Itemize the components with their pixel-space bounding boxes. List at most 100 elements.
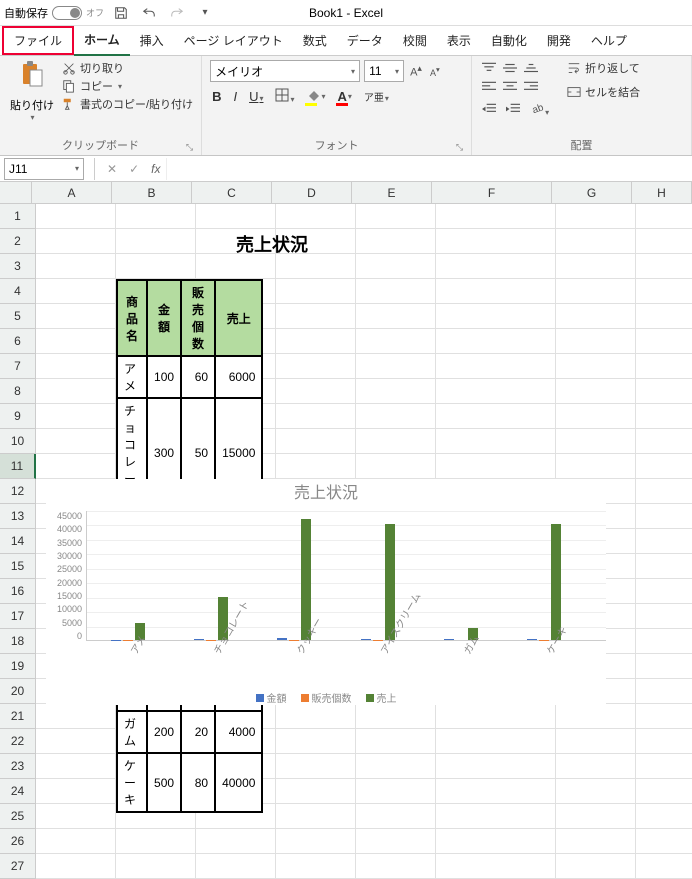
col-header-F[interactable]: F [432,182,552,204]
tab-insert[interactable]: 挿入 [130,26,174,55]
border-button[interactable]: ▾ [273,88,296,105]
undo-icon[interactable] [138,2,160,24]
row-header[interactable]: 27 [0,854,36,879]
decrease-font-icon[interactable]: A▾ [428,65,442,78]
name-box[interactable]: J11▾ [4,158,84,180]
row-header[interactable]: 13 [0,504,36,529]
redo-icon[interactable] [166,2,188,24]
row-header[interactable]: 20 [0,679,36,704]
col-header-B[interactable]: B [112,182,192,204]
row-header[interactable]: 16 [0,579,36,604]
orientation-button[interactable]: ab▾ [528,101,551,118]
row-header[interactable]: 18 [0,629,36,654]
chevron-down-icon: ▾ [30,113,34,122]
tab-review[interactable]: 校閲 [393,26,437,55]
enter-formula-icon[interactable]: ✓ [123,162,145,176]
row-header[interactable]: 21 [0,704,36,729]
italic-button[interactable]: I [231,89,239,104]
tab-automate[interactable]: 自動化 [481,26,537,55]
fill-color-button[interactable]: ▾ [305,90,328,104]
formula-input[interactable] [166,158,692,180]
row-header[interactable]: 25 [0,804,36,829]
row-header[interactable]: 9 [0,404,36,429]
row-header[interactable]: 5 [0,304,36,329]
col-header-A[interactable]: A [32,182,112,204]
row-header[interactable]: 8 [0,379,36,404]
chart-bar [527,639,537,640]
row-header[interactable]: 6 [0,329,36,354]
tab-formulas[interactable]: 数式 [293,26,337,55]
font-size-combo[interactable]: 11▾ [364,60,404,82]
align-bottom-icon[interactable] [522,60,540,76]
row-header[interactable]: 10 [0,429,36,454]
cells-area[interactable]: 売上状況商品名金額販売個数売上アメ100606000チョコレート30050150… [36,204,692,879]
row-header[interactable]: 24 [0,779,36,804]
group-clipboard: 貼り付け ▾ 切り取り コピー▾ 書式のコピー/貼り付け クリップボード [0,56,202,155]
col-header-D[interactable]: D [272,182,352,204]
align-middle-icon[interactable] [501,60,519,76]
select-all-corner[interactable] [0,182,32,204]
font-name-combo[interactable]: メイリオ▾ [210,60,360,82]
col-header-H[interactable]: H [632,182,692,204]
autosave-toggle[interactable]: 自動保存 オフ [4,5,104,21]
table-header: 商品名 [117,280,147,356]
formula-bar: J11▾ ✕ ✓ fx [0,156,692,182]
paste-label: 貼り付け [10,97,54,113]
row-header[interactable]: 15 [0,554,36,579]
align-center-icon[interactable] [501,79,519,95]
align-left-icon[interactable] [480,79,498,95]
row-header[interactable]: 19 [0,654,36,679]
chart-bar [361,639,371,640]
row-header[interactable]: 4 [0,279,36,304]
paste-button[interactable]: 貼り付け ▾ [8,60,56,122]
fx-icon[interactable]: fx [145,162,166,176]
save-icon[interactable] [110,2,132,24]
row-header[interactable]: 2 [0,229,36,254]
col-header-C[interactable]: C [192,182,272,204]
table-header: 販売個数 [181,280,215,356]
row-header[interactable]: 3 [0,254,36,279]
increase-indent-icon[interactable] [504,101,522,117]
qat-dropdown-icon[interactable]: ▾ [194,2,216,24]
increase-font-icon[interactable]: A▴ [408,63,424,79]
chart-plot-area [86,511,606,641]
row-header[interactable]: 1 [0,204,36,229]
row-header[interactable]: 12 [0,479,36,504]
tab-page-layout[interactable]: ページ レイアウト [174,26,293,55]
phonetic-button[interactable]: ア亜▾ [362,89,391,104]
wrap-text-button[interactable]: 折り返して [567,60,640,76]
dialog-launcher-icon[interactable]: ⤡ [186,142,193,153]
decrease-indent-icon[interactable] [480,101,498,117]
dialog-launcher-icon[interactable]: ⤡ [456,142,463,153]
col-header-E[interactable]: E [352,182,432,204]
row-header[interactable]: 7 [0,354,36,379]
tab-developer[interactable]: 開発 [537,26,581,55]
col-header-G[interactable]: G [552,182,632,204]
bold-button[interactable]: B [210,89,223,104]
font-color-button[interactable]: A ▾ [336,89,354,104]
underline-button[interactable]: U▾ [247,89,265,104]
merge-cells-button[interactable]: セルを結合 [567,84,640,100]
tab-file[interactable]: ファイル [2,26,74,55]
chart-bar [444,639,454,640]
tab-data[interactable]: データ [337,26,393,55]
copy-button[interactable]: コピー▾ [62,78,193,94]
sales-chart[interactable]: 売上状況450004000035000300002500020000150001… [46,479,606,705]
autosave-label: 自動保存 [4,5,48,21]
row-header[interactable]: 11 [0,454,36,479]
format-painter-button[interactable]: 書式のコピー/貼り付け [62,96,193,112]
row-header[interactable]: 14 [0,529,36,554]
ribbon-tabs: ファイル ホーム 挿入 ページ レイアウト 数式 データ 校閲 表示 自動化 開… [0,26,692,56]
row-header[interactable]: 22 [0,729,36,754]
row-header[interactable]: 23 [0,754,36,779]
tab-home[interactable]: ホーム [74,25,130,56]
row-header[interactable]: 26 [0,829,36,854]
align-right-icon[interactable] [522,79,540,95]
cancel-formula-icon[interactable]: ✕ [101,162,123,176]
align-top-icon[interactable] [480,60,498,76]
tab-help[interactable]: ヘルプ [581,26,637,55]
cut-button[interactable]: 切り取り [62,60,193,76]
tab-view[interactable]: 表示 [437,26,481,55]
row-header[interactable]: 17 [0,604,36,629]
document-title: Book1 - Excel [309,6,383,20]
